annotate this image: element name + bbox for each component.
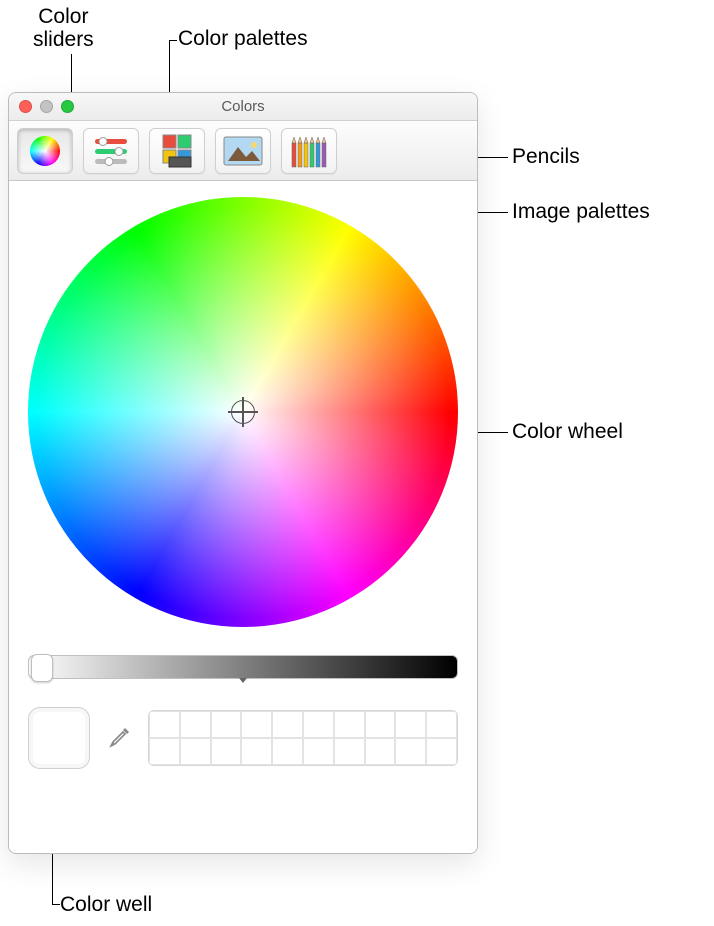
tab-color-palettes[interactable] [149, 128, 205, 174]
titlebar: Colors [9, 93, 477, 121]
brightness-slider[interactable] [28, 655, 458, 679]
content-area [9, 181, 477, 853]
swatch[interactable] [426, 711, 457, 738]
swatch[interactable] [334, 711, 365, 738]
tab-color-sliders[interactable] [83, 128, 139, 174]
swatch[interactable] [272, 711, 303, 738]
swatch[interactable] [395, 711, 426, 738]
minimize-button[interactable] [40, 100, 53, 113]
tab-image-palettes[interactable] [215, 128, 271, 174]
eyedropper-button[interactable] [104, 723, 134, 753]
image-icon [222, 135, 264, 167]
close-button[interactable] [19, 100, 32, 113]
callout-line [52, 904, 60, 905]
swatch-grid [148, 710, 458, 766]
callout-color-well: Color well [60, 893, 152, 917]
swatch[interactable] [211, 711, 242, 738]
pencils-icon [289, 133, 329, 169]
swatch[interactable] [334, 738, 365, 765]
color-wheel[interactable] [28, 197, 458, 627]
colors-window: Colors [8, 92, 478, 854]
bottom-row [28, 707, 458, 769]
sliders-icon [91, 135, 131, 167]
swatch[interactable] [365, 711, 396, 738]
swatch[interactable] [211, 738, 242, 765]
callout-color-wheel: Color wheel [512, 420, 623, 444]
callout-image-palettes: Image palettes [512, 200, 650, 224]
swatch[interactable] [241, 738, 272, 765]
traffic-lights [9, 100, 74, 113]
callout-color-sliders: Colorsliders [33, 5, 94, 51]
swatch[interactable] [180, 711, 211, 738]
brightness-thumb[interactable] [31, 654, 53, 682]
swatch[interactable] [365, 738, 396, 765]
zoom-button[interactable] [61, 100, 74, 113]
swatch[interactable] [395, 738, 426, 765]
callout-color-palettes: Color palettes [178, 27, 308, 51]
swatch[interactable] [426, 738, 457, 765]
swatch[interactable] [149, 738, 180, 765]
callout-text: Colorsliders [33, 5, 94, 51]
brightness-tick [239, 678, 247, 683]
tab-color-wheel[interactable] [17, 128, 73, 174]
callout-pencils: Pencils [512, 145, 580, 169]
callout-line [169, 40, 177, 41]
tab-pencils[interactable] [281, 128, 337, 174]
swatch[interactable] [303, 738, 334, 765]
color-wheel-crosshair[interactable] [231, 400, 255, 424]
color-well[interactable] [28, 707, 90, 769]
swatch[interactable] [180, 738, 211, 765]
swatch[interactable] [303, 711, 334, 738]
eyedropper-icon [106, 725, 132, 751]
window-title: Colors [9, 98, 477, 115]
swatch[interactable] [149, 711, 180, 738]
swatch[interactable] [272, 738, 303, 765]
color-wheel-icon [27, 133, 63, 169]
callout-line [52, 854, 53, 904]
palettes-icon [157, 133, 197, 169]
toolbar [9, 121, 477, 181]
swatch[interactable] [241, 711, 272, 738]
